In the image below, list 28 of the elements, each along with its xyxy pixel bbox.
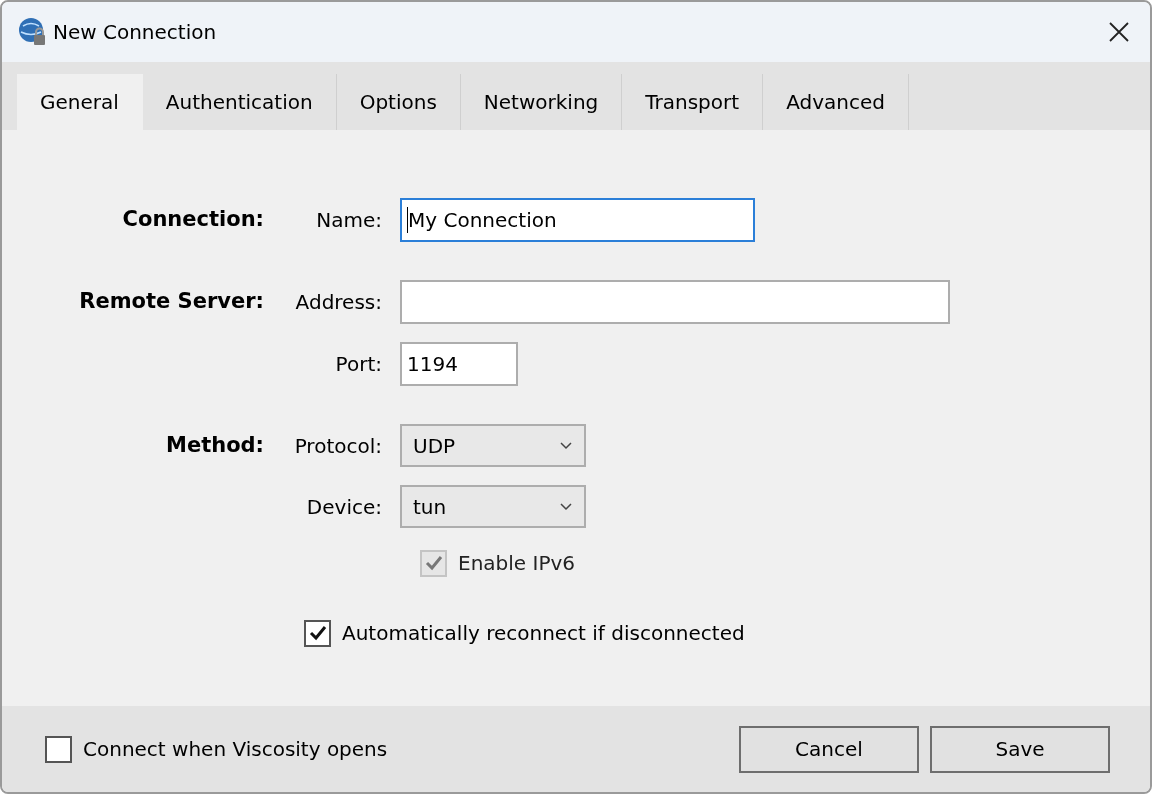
checkbox-label: Enable IPv6 xyxy=(458,550,575,577)
close-icon xyxy=(1109,22,1129,42)
field-label: Protocol: xyxy=(294,432,382,460)
globe-lock-icon xyxy=(17,17,47,47)
cancel-button[interactable]: Cancel xyxy=(739,725,919,773)
tab[interactable]: General xyxy=(17,74,143,130)
checkbox-label: Connect when Viscosity opens xyxy=(83,736,388,763)
dropdown[interactable]: UDP xyxy=(400,424,586,467)
field-label: Device: xyxy=(306,493,382,521)
checkmark-icon xyxy=(308,625,327,641)
input-field[interactable] xyxy=(400,280,950,324)
checkbox[interactable] xyxy=(304,619,331,647)
input-field[interactable]: My Connection xyxy=(400,198,755,242)
chevron-down-icon xyxy=(560,441,572,450)
input-field[interactable]: 1194 xyxy=(400,342,518,386)
window-title: New Connection xyxy=(53,19,217,46)
chevron-down-icon xyxy=(560,502,572,511)
section-label: Remote Server: xyxy=(79,288,264,316)
field-label: Address: xyxy=(295,289,382,316)
field-label: Name: xyxy=(316,207,382,234)
section-label: Method: xyxy=(166,432,264,460)
save-button[interactable]: Save xyxy=(930,725,1110,773)
section-label: Connection: xyxy=(122,206,264,234)
field-label: Port: xyxy=(335,351,382,378)
checkmark-icon xyxy=(424,555,443,571)
dropdown[interactable]: tun xyxy=(400,485,586,528)
checkbox-label: Automatically reconnect if disconnected xyxy=(342,620,745,647)
checkbox[interactable] xyxy=(45,735,72,763)
